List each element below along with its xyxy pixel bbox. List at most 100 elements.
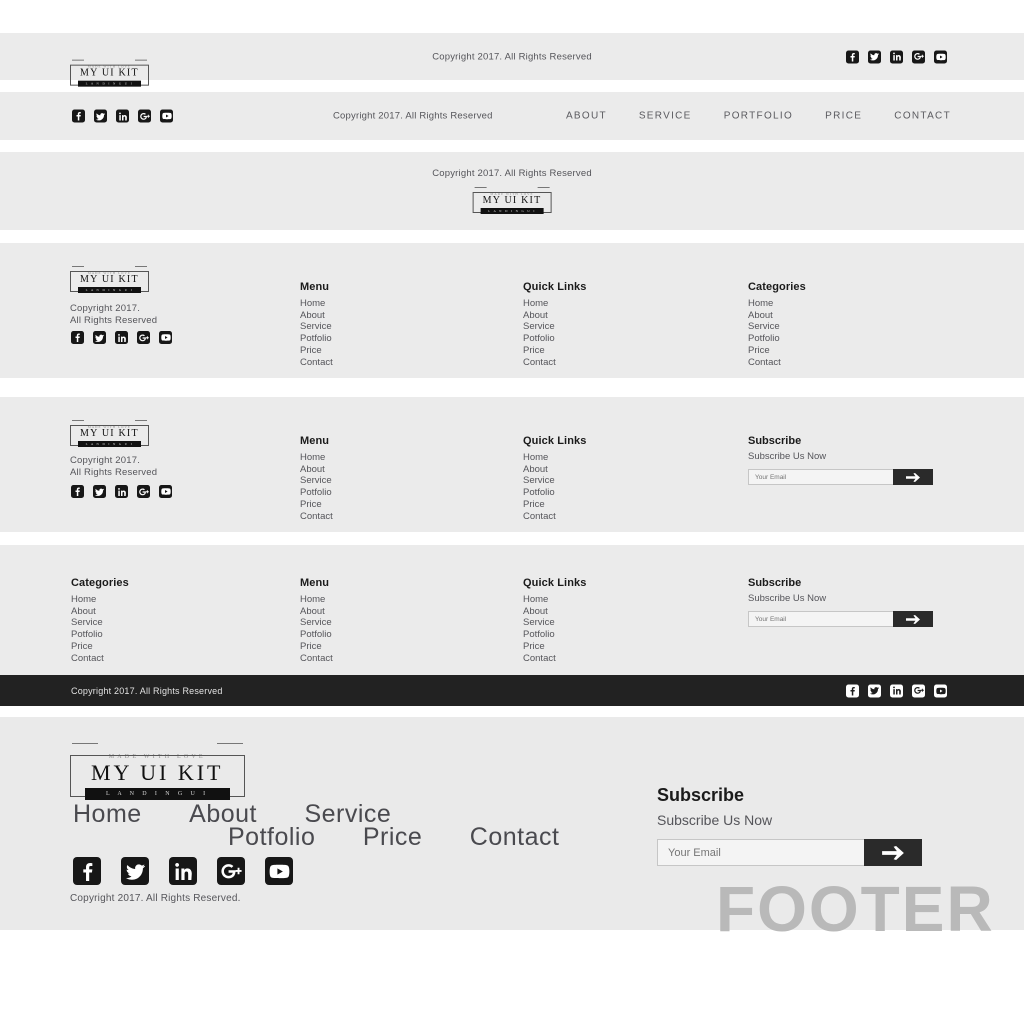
nav-item-service[interactable]: SERVICE xyxy=(639,111,692,122)
list-item[interactable]: Home xyxy=(300,298,333,310)
nav-item-contact[interactable]: CONTACT xyxy=(894,111,951,122)
list-item[interactable]: Contact xyxy=(523,653,586,665)
subscribe-submit-button[interactable] xyxy=(864,839,922,866)
googleplus-icon[interactable] xyxy=(138,109,151,123)
subscribe-submit-button[interactable] xyxy=(893,469,933,485)
list-item[interactable]: Price xyxy=(300,499,333,511)
youtube-icon[interactable] xyxy=(934,684,947,697)
facebook-icon[interactable] xyxy=(72,109,85,123)
list-item[interactable]: Home xyxy=(300,452,333,464)
list-item[interactable]: About xyxy=(71,606,129,618)
list-item[interactable]: Potfolio xyxy=(748,333,806,345)
youtube-icon[interactable] xyxy=(160,109,173,123)
list-item[interactable]: Contact xyxy=(300,357,333,369)
logo-variant-3[interactable]: MADE WITH LOVE MY UI KIT L A N D I N G U… xyxy=(472,187,552,217)
linkedin-icon[interactable] xyxy=(115,331,128,344)
list-item[interactable]: Potfolio xyxy=(523,487,586,499)
nav-item-about[interactable]: ABOUT xyxy=(566,111,607,122)
linkedin-icon[interactable] xyxy=(169,857,197,885)
list-item[interactable]: Price xyxy=(523,499,586,511)
nav-item-price[interactable]: PRICE xyxy=(825,111,862,122)
twitter-icon[interactable] xyxy=(93,485,106,498)
list-item[interactable]: Price xyxy=(300,641,333,653)
list-item[interactable]: Contact xyxy=(300,511,333,523)
list-item[interactable]: Service xyxy=(300,475,333,487)
list-item[interactable]: About xyxy=(523,606,586,618)
list-item[interactable]: About xyxy=(523,310,586,322)
linkedin-icon[interactable] xyxy=(115,485,128,498)
googleplus-icon[interactable] xyxy=(217,857,245,885)
list-item[interactable]: About xyxy=(300,310,333,322)
list-item[interactable]: Contact xyxy=(300,653,333,665)
linkedin-icon[interactable] xyxy=(890,50,903,63)
list-item[interactable]: About xyxy=(748,310,806,322)
facebook-icon[interactable] xyxy=(846,50,859,63)
youtube-icon[interactable] xyxy=(159,331,172,344)
linkedin-icon[interactable] xyxy=(116,109,129,123)
list-item[interactable]: Potfolio xyxy=(523,333,586,345)
nav-item-price[interactable]: Price xyxy=(363,823,422,851)
googleplus-icon[interactable] xyxy=(912,50,925,63)
list-item[interactable]: Service xyxy=(300,617,333,629)
list-item[interactable]: About xyxy=(300,606,333,618)
subscribe-description: Subscribe Us Now xyxy=(748,451,827,462)
list-item[interactable]: Contact xyxy=(71,653,129,665)
youtube-icon[interactable] xyxy=(265,857,293,885)
linkedin-icon[interactable] xyxy=(890,684,903,697)
list-item[interactable]: Price xyxy=(523,345,586,357)
nav-item-contact[interactable]: Contact xyxy=(470,823,560,851)
googleplus-icon[interactable] xyxy=(137,485,150,498)
nav-item-potfolio[interactable]: Potfolio xyxy=(228,823,315,851)
list-item[interactable]: Potfolio xyxy=(523,629,586,641)
twitter-icon[interactable] xyxy=(868,50,881,63)
list-item[interactable]: Home xyxy=(523,594,586,606)
list-item[interactable]: Price xyxy=(71,641,129,653)
facebook-icon[interactable] xyxy=(71,485,84,498)
list-item[interactable]: Home xyxy=(71,594,129,606)
list-item[interactable]: Service xyxy=(300,321,333,333)
twitter-icon[interactable] xyxy=(93,331,106,344)
list-item[interactable]: Home xyxy=(523,298,586,310)
list-item[interactable]: Potfolio xyxy=(300,333,333,345)
nav-item-portfolio[interactable]: PORTFOLIO xyxy=(724,111,793,122)
email-input[interactable] xyxy=(748,469,893,485)
list-item[interactable]: About xyxy=(523,464,586,476)
list-item[interactable]: Home xyxy=(300,594,333,606)
list-item[interactable]: Service xyxy=(523,475,586,487)
list-item[interactable]: Home xyxy=(748,298,806,310)
list-item[interactable]: Contact xyxy=(748,357,806,369)
list-item[interactable]: Service xyxy=(523,617,586,629)
twitter-icon[interactable] xyxy=(121,857,149,885)
twitter-icon[interactable] xyxy=(94,109,107,123)
list-item[interactable]: Price xyxy=(523,641,586,653)
facebook-icon[interactable] xyxy=(73,857,101,885)
list-item[interactable]: Potfolio xyxy=(300,629,333,641)
logo-variant-1[interactable]: MADE WITH LOVE MY UI KIT L A N D I N G U… xyxy=(70,59,149,90)
email-input[interactable] xyxy=(748,611,893,627)
list-item[interactable]: Contact xyxy=(523,357,586,369)
email-input[interactable] xyxy=(657,839,864,866)
subscribe-submit-button[interactable] xyxy=(893,611,933,627)
list-item[interactable]: Service xyxy=(523,321,586,333)
list-item[interactable]: Potfolio xyxy=(71,629,129,641)
list-item[interactable]: About xyxy=(300,464,333,476)
list-item[interactable]: Potfolio xyxy=(300,487,333,499)
list-item[interactable]: Service xyxy=(748,321,806,333)
list-item[interactable]: Service xyxy=(71,617,129,629)
subscribe-description: Subscribe Us Now xyxy=(657,812,773,828)
logo-variant-5[interactable]: MADE WITH LOVE MY UI KIT L A N D I N G U… xyxy=(70,420,149,450)
googleplus-icon[interactable] xyxy=(912,684,925,697)
list-item[interactable]: Price xyxy=(300,345,333,357)
facebook-icon[interactable] xyxy=(71,331,84,344)
nav-item-home[interactable]: Home xyxy=(73,800,142,828)
list-item[interactable]: Price xyxy=(748,345,806,357)
list-item[interactable]: Contact xyxy=(523,511,586,523)
logo-variant-4[interactable]: MADE WITH LOVE MY UI KIT L A N D I N G U… xyxy=(70,266,149,296)
googleplus-icon[interactable] xyxy=(137,331,150,344)
youtube-icon[interactable] xyxy=(934,50,947,63)
footer-variant-1: MADE WITH LOVE MY UI KIT L A N D I N G U… xyxy=(0,33,1024,88)
twitter-icon[interactable] xyxy=(868,684,881,697)
facebook-icon[interactable] xyxy=(846,684,859,697)
list-item[interactable]: Home xyxy=(523,452,586,464)
youtube-icon[interactable] xyxy=(159,485,172,498)
